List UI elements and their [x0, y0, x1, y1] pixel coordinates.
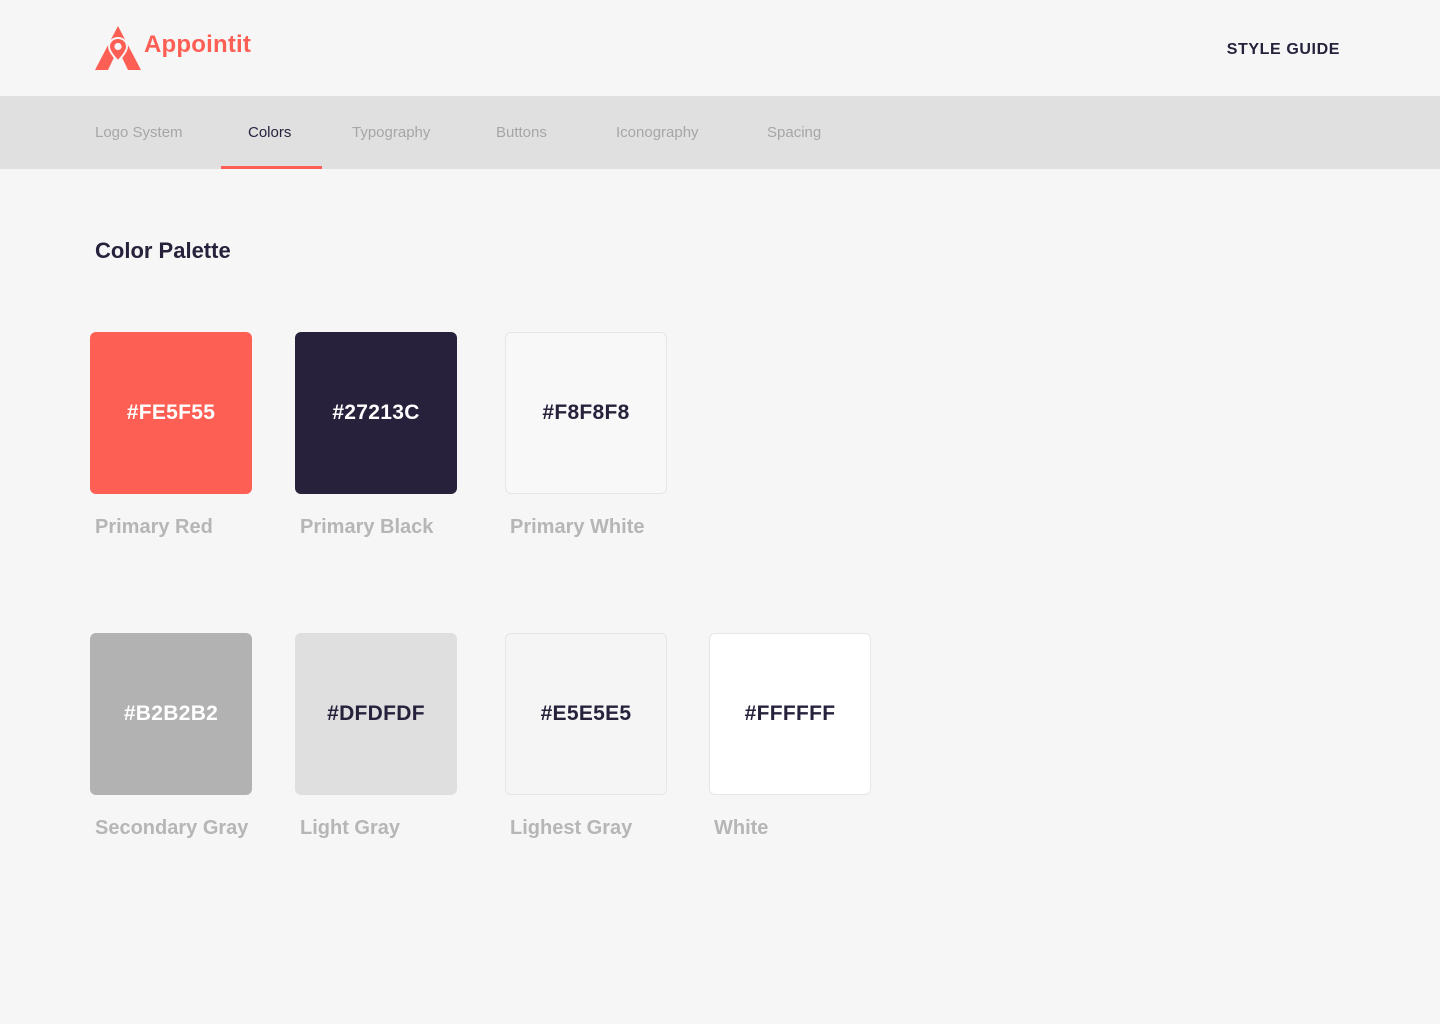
swatch-hex-code: #E5E5E5 [540, 702, 632, 725]
color-swatch-light-gray[interactable]: #DFDFDF [295, 633, 457, 795]
swatch-hex-code: #F8F8F8 [542, 401, 630, 424]
tab-iconography[interactable]: Iconography [616, 96, 699, 169]
active-tab-indicator [221, 166, 322, 169]
swatch-label: Secondary Gray [95, 817, 249, 839]
section-tabs: Logo System Colors Typography Buttons Ic… [0, 96, 1440, 169]
section-title: Color Palette [95, 238, 231, 263]
color-swatch-white[interactable]: #FFFFFF [709, 633, 871, 795]
brand-name: Appointit [144, 31, 252, 58]
swatch-hex-code: #FFFFFF [744, 702, 836, 725]
swatch-label: Primary White [510, 516, 645, 538]
tab-spacing[interactable]: Spacing [767, 96, 821, 169]
tab-typography[interactable]: Typography [352, 96, 430, 169]
top-header: Appointit STYLE GUIDE [0, 0, 1440, 96]
swatch-label: Lighest Gray [510, 817, 633, 839]
style-guide-link[interactable]: STYLE GUIDE [1227, 41, 1340, 59]
swatch-hex-code: #FE5F55 [126, 401, 216, 424]
tab-buttons[interactable]: Buttons [496, 96, 547, 169]
swatch-hex-code: #B2B2B2 [123, 702, 219, 725]
tab-colors[interactable]: Colors [248, 96, 291, 169]
color-swatch-secondary-gray[interactable]: #B2B2B2 [90, 633, 252, 795]
color-swatch-primary-black[interactable]: #27213C [295, 332, 457, 494]
swatch-label: Light Gray [300, 817, 401, 839]
swatch-hex-code: #27213C [332, 401, 420, 424]
color-swatch-primary-white[interactable]: #F8F8F8 [505, 332, 667, 494]
tab-logo-system[interactable]: Logo System [95, 96, 183, 169]
swatch-label: White [714, 817, 769, 839]
swatch-label: Primary Black [300, 516, 434, 538]
map-pin-letter-a-icon [95, 26, 141, 70]
color-swatch-primary-red[interactable]: #FE5F55 [90, 332, 252, 494]
swatch-hex-code: #DFDFDF [327, 702, 425, 725]
swatch-label: Primary Red [95, 516, 213, 538]
color-swatch-lightest-gray[interactable]: #E5E5E5 [505, 633, 667, 795]
brand-logo[interactable]: Appointit [95, 24, 251, 72]
